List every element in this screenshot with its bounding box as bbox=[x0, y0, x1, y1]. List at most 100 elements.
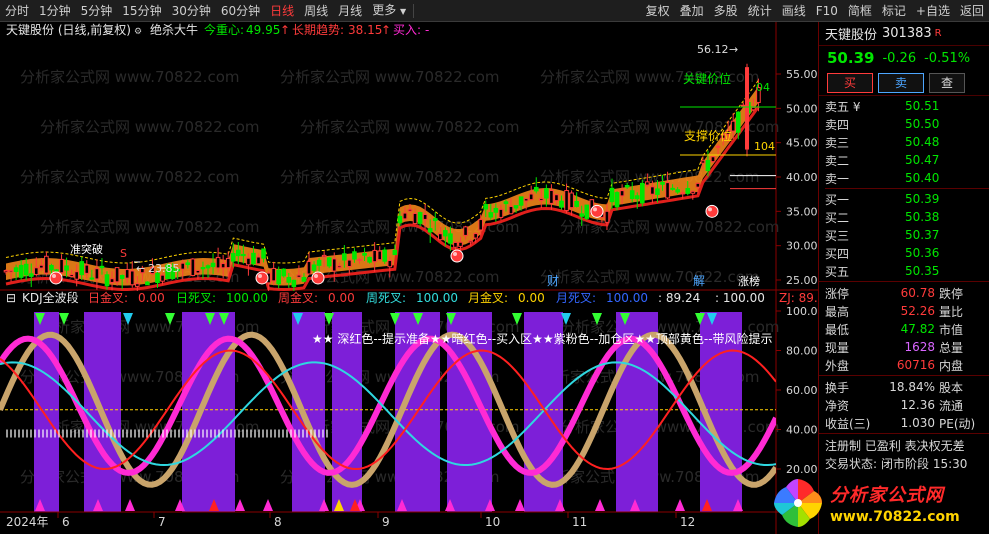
back-button[interactable]: 返回 bbox=[955, 0, 989, 22]
candle-body bbox=[347, 259, 352, 267]
stat-label-2: 股本 bbox=[939, 380, 964, 395]
candle-body bbox=[109, 278, 115, 283]
multi-stock-button[interactable]: 多股 bbox=[709, 0, 743, 22]
bid-row: 买四 50.36 bbox=[825, 244, 989, 262]
candle-body bbox=[342, 253, 347, 261]
candle-body bbox=[624, 184, 630, 188]
signal-ball bbox=[49, 271, 63, 285]
stat-label: 收益(三) bbox=[825, 416, 871, 431]
ask-label: 卖五 ¥ bbox=[825, 99, 861, 114]
candle-body bbox=[39, 264, 44, 269]
candle-body bbox=[715, 145, 721, 148]
kdj-stat-label: 周金叉: bbox=[278, 290, 318, 305]
kdj-stat-value: 100.00 bbox=[416, 291, 458, 305]
sell-button[interactable]: 卖 bbox=[878, 72, 924, 93]
kdj-histogram-bar bbox=[74, 429, 76, 438]
candle-body bbox=[700, 160, 706, 164]
y-tick-label: 55.00 bbox=[786, 68, 818, 81]
candle-body bbox=[114, 267, 120, 283]
f10-button[interactable]: F10 bbox=[811, 0, 843, 22]
candle-body bbox=[367, 256, 372, 263]
watermark-text: 分析家公式网 www.70822.com bbox=[20, 168, 240, 186]
kdj-title[interactable]: KDJ全波段 bbox=[22, 290, 79, 305]
candle-body bbox=[458, 241, 463, 247]
period-tab-15min[interactable]: 15分钟 bbox=[117, 0, 166, 22]
kdj-histogram-bar bbox=[14, 429, 16, 438]
stat-row: 外盘 60716 内盘 bbox=[825, 356, 989, 374]
overlay-button[interactable]: 叠加 bbox=[675, 0, 709, 22]
y-tick-label: 60.00 bbox=[786, 384, 818, 397]
signal-triangle bbox=[125, 499, 135, 511]
ask-row: 卖一 50.40 bbox=[825, 169, 989, 187]
ask-price: 50.50 bbox=[905, 117, 940, 131]
stat-value: 47.82 bbox=[900, 322, 935, 336]
period-toolbar: 分时 1分钟 5分钟 15分钟 30分钟 60分钟 日线 周线 月线 更多 ▼ … bbox=[0, 0, 989, 22]
add-watchlist-button[interactable]: +自选 bbox=[911, 0, 955, 22]
kdj-stat-label: 日死叉: bbox=[176, 291, 216, 305]
kdj-histogram-bar bbox=[98, 429, 100, 438]
metric-trend-value: 38.15 bbox=[348, 23, 382, 37]
candle-body bbox=[281, 268, 287, 277]
ask-label: 卖二 bbox=[825, 153, 850, 168]
kdj-header: ⊟ KDJ全波段 日金叉: 0.00 日死叉: 100.00 周金叉: 0.00 周死叉: 1… bbox=[6, 290, 818, 305]
period-tab-weekly[interactable]: 周线 bbox=[299, 0, 333, 22]
settings-icon[interactable]: ⚙ bbox=[134, 27, 142, 37]
period-tab-60min[interactable]: 60分钟 bbox=[216, 0, 265, 22]
period-more-dropdown[interactable]: 更多 ▼ bbox=[367, 0, 411, 23]
candle-body bbox=[185, 262, 191, 266]
period-tab-daily[interactable]: 日线 bbox=[265, 0, 299, 22]
chart-area[interactable]: 分析家公式网 www.70822.com 分析家公式网 www.70822.com… bbox=[0, 22, 818, 534]
signal-ball-highlight bbox=[708, 207, 712, 212]
signal-ball-highlight bbox=[314, 273, 318, 278]
candle-body bbox=[210, 262, 216, 268]
candle-body bbox=[49, 264, 54, 271]
y-tick-label: 100.0 bbox=[786, 305, 818, 318]
kdj-extra-value: ZJ: 89.24 bbox=[779, 291, 818, 305]
candle-body bbox=[129, 270, 135, 286]
mark-button[interactable]: 标记 bbox=[877, 0, 911, 22]
candle-body bbox=[407, 208, 413, 212]
candle-body bbox=[89, 277, 95, 280]
candle-body bbox=[448, 233, 453, 244]
quote-panel: 天键股份 301383 R 50.39 -0.26 -0.51% 买 卖 查 卖… bbox=[818, 22, 989, 534]
stat-label: 现量 bbox=[825, 340, 850, 355]
signal-ball-highlight bbox=[593, 207, 597, 212]
candle-body bbox=[685, 188, 691, 194]
period-tab-1min[interactable]: 1分钟 bbox=[34, 0, 76, 22]
stats-button[interactable]: 统计 bbox=[743, 0, 777, 22]
fuquan-button[interactable]: 复权 bbox=[641, 0, 675, 22]
period-tab-5min[interactable]: 5分钟 bbox=[76, 0, 118, 22]
section-divider bbox=[819, 375, 989, 376]
registration-status: 注册制 已盈利 表决权无差 bbox=[825, 438, 965, 453]
key-price-label: 关键价位 bbox=[683, 71, 731, 86]
period-tab-30min[interactable]: 30分钟 bbox=[167, 0, 216, 22]
draw-line-button[interactable]: 画线 bbox=[777, 0, 811, 22]
candle-body bbox=[296, 274, 302, 278]
candle-body bbox=[205, 265, 211, 269]
high-price-label: 56.12 bbox=[697, 43, 729, 56]
candle-body bbox=[387, 260, 393, 268]
candle-body bbox=[544, 188, 549, 199]
stat-row: 净资 12.36 流通 bbox=[825, 396, 989, 414]
kdj-histogram-bar bbox=[102, 429, 104, 438]
candle-body bbox=[54, 269, 59, 272]
support-price-label: 支撑价位 bbox=[684, 128, 732, 143]
simple-frame-button[interactable]: 简框 bbox=[843, 0, 877, 22]
candle-body bbox=[422, 213, 428, 220]
kdj-histogram-bar bbox=[138, 429, 140, 438]
signal-ball bbox=[255, 271, 269, 285]
stat-row: 最高 52.26 量比 bbox=[825, 302, 989, 320]
period-tab-fenshi[interactable]: 分时 bbox=[0, 0, 34, 22]
buy-button[interactable]: 买 bbox=[827, 72, 873, 93]
kdj-histogram-bar bbox=[198, 429, 200, 438]
indicator-name[interactable]: 绝杀大牛 bbox=[150, 22, 198, 37]
kdj-collapse-icon[interactable]: ⊟ bbox=[6, 291, 16, 305]
candle-body bbox=[215, 256, 221, 269]
ask-price: 50.51 bbox=[905, 99, 940, 113]
bid-price: 50.36 bbox=[905, 246, 940, 260]
query-button[interactable]: 查 bbox=[929, 72, 965, 93]
period-tab-monthly[interactable]: 月线 bbox=[333, 0, 367, 22]
kdj-histogram-bar bbox=[230, 429, 232, 438]
bid-label: 买五 bbox=[825, 264, 850, 279]
candle-body bbox=[119, 274, 125, 279]
